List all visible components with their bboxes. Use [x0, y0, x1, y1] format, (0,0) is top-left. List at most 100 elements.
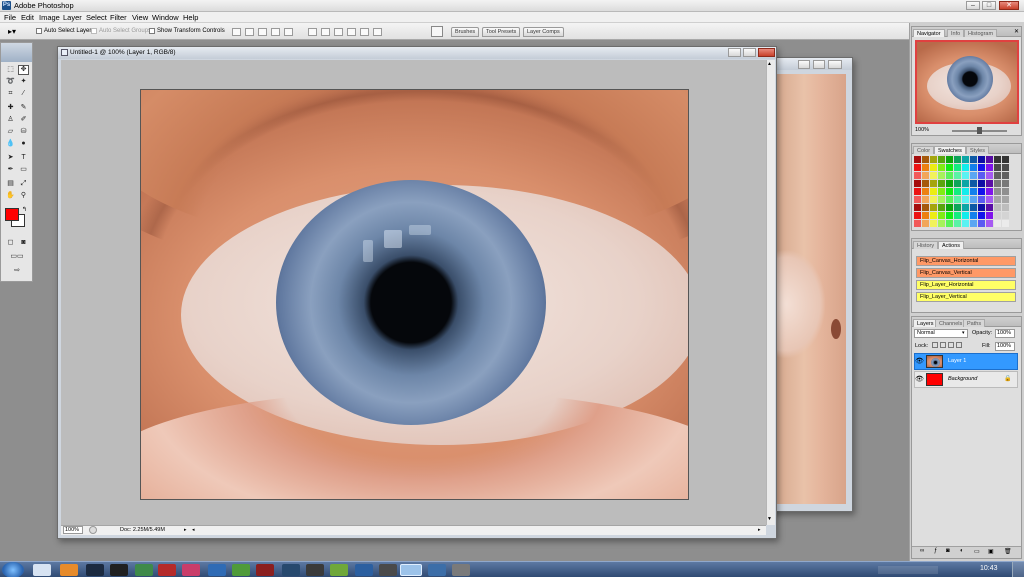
tab-styles[interactable]: Styles — [966, 146, 989, 154]
screen-mode-icon[interactable]: ▭▭ — [5, 252, 29, 262]
color-swatch[interactable] — [954, 156, 961, 163]
minimize-button[interactable]: – — [966, 1, 980, 10]
color-swatch[interactable] — [954, 180, 961, 187]
slice-tool-icon[interactable]: ⁄ — [18, 89, 29, 99]
color-swatch[interactable] — [914, 164, 921, 171]
navigator-thumbnail[interactable] — [915, 40, 1019, 124]
color-swatch[interactable] — [914, 220, 921, 227]
color-swatch[interactable] — [986, 204, 993, 211]
distribute-hcenter-icon[interactable] — [360, 28, 369, 36]
color-swatch[interactable] — [1002, 204, 1009, 211]
start-button[interactable] — [2, 562, 24, 577]
action-item[interactable]: Flip_Layer_Horizontal — [916, 280, 1016, 290]
bg-doc-minimize-button[interactable] — [798, 60, 810, 69]
color-swatch[interactable] — [962, 172, 969, 179]
lock-position-icon[interactable] — [948, 342, 954, 348]
fill-field[interactable]: 100% — [995, 342, 1015, 351]
color-swatch[interactable] — [946, 196, 953, 203]
tab-layers[interactable]: Layers — [913, 319, 938, 327]
tab-history[interactable]: History — [913, 241, 939, 249]
scroll-up-arrow-icon[interactable]: ▲ — [767, 61, 772, 67]
color-swatch[interactable] — [994, 204, 1001, 211]
color-swatch[interactable] — [914, 172, 921, 179]
opacity-field[interactable]: 100% — [995, 329, 1015, 338]
color-swatch[interactable] — [994, 212, 1001, 219]
color-swatch[interactable] — [994, 172, 1001, 179]
color-swatch[interactable] — [954, 204, 961, 211]
align-vertical-center-icon[interactable] — [245, 28, 254, 36]
color-swatch[interactable] — [922, 172, 929, 179]
tab-info[interactable]: Info — [947, 29, 965, 37]
taskbar-app-icon[interactable] — [208, 564, 226, 576]
distribute-bottom-icon[interactable] — [334, 28, 343, 36]
color-swatch[interactable] — [930, 220, 937, 227]
color-swatch[interactable] — [962, 220, 969, 227]
color-swatch[interactable] — [930, 212, 937, 219]
document-window[interactable]: Untitled-1 @ 100% (Layer 1, RGB/8) ▲ ▼ 1… — [57, 46, 777, 539]
color-swatch[interactable] — [986, 188, 993, 195]
taskbar-app-icon[interactable] — [135, 564, 153, 576]
hscroll-right-arrow-icon[interactable]: ▸ — [758, 526, 761, 534]
color-swatch[interactable] — [914, 212, 921, 219]
color-swatch[interactable] — [1002, 188, 1009, 195]
taskbar-app-icon[interactable] — [428, 564, 446, 576]
eye-visibility-icon[interactable]: 👁 — [915, 357, 924, 365]
color-swatch[interactable] — [922, 164, 929, 171]
color-swatch[interactable] — [994, 196, 1001, 203]
color-swatch[interactable] — [962, 212, 969, 219]
color-swatch[interactable] — [946, 172, 953, 179]
color-swatch[interactable] — [962, 156, 969, 163]
color-swatch[interactable] — [978, 204, 985, 211]
color-swatch[interactable] — [1002, 212, 1009, 219]
align-left-icon[interactable] — [271, 28, 280, 36]
color-swatch[interactable] — [938, 220, 945, 227]
align-bottom-icon[interactable] — [258, 28, 267, 36]
menu-filter[interactable]: Filter — [110, 13, 127, 22]
color-swatch[interactable] — [962, 180, 969, 187]
paint-bucket-tool-icon[interactable]: ⛁ — [18, 127, 29, 137]
palette-well-brushes[interactable]: Brushes — [451, 27, 480, 37]
history-brush-tool-icon[interactable]: ✐ — [18, 115, 29, 125]
scroll-down-arrow-icon[interactable]: ▼ — [767, 516, 772, 522]
tab-swatches[interactable]: Swatches — [934, 146, 966, 154]
close-button[interactable]: ✕ — [999, 1, 1019, 10]
taskbar-app-icon[interactable] — [306, 564, 324, 576]
color-swatch[interactable] — [1002, 164, 1009, 171]
color-swatch[interactable] — [938, 196, 945, 203]
taskbar-app-icon[interactable] — [60, 564, 78, 576]
color-swatch[interactable] — [978, 220, 985, 227]
color-swatch[interactable] — [946, 188, 953, 195]
zoom-level-field[interactable]: 100% — [63, 526, 83, 534]
color-swatch[interactable] — [914, 204, 921, 211]
clone-stamp-tool-icon[interactable]: ♙ — [5, 115, 16, 125]
zoom-tool-icon[interactable]: ⚲ — [18, 191, 29, 201]
menu-image[interactable]: Image — [39, 13, 60, 22]
tab-navigator[interactable]: Navigator — [913, 29, 945, 37]
action-item[interactable]: Flip_Canvas_Vertical — [916, 268, 1016, 278]
action-item[interactable]: Flip_Canvas_Horizontal — [916, 256, 1016, 266]
eraser-tool-icon[interactable]: ▱ — [5, 127, 16, 137]
tab-actions[interactable]: Actions — [938, 241, 965, 249]
color-swatch[interactable] — [970, 164, 977, 171]
status-arrow-icon[interactable]: ▸ — [184, 526, 187, 534]
color-swatch[interactable] — [970, 156, 977, 163]
taskbar-app-icon[interactable] — [330, 564, 348, 576]
move-tool-preset-icon[interactable]: ▸▾ — [8, 26, 30, 37]
bg-doc-close-button[interactable] — [828, 60, 842, 69]
color-swatch[interactable] — [938, 212, 945, 219]
color-swatch[interactable] — [978, 212, 985, 219]
color-swatch[interactable] — [954, 172, 961, 179]
eye-visibility-icon[interactable]: 👁 — [915, 375, 924, 383]
color-swatch[interactable] — [970, 212, 977, 219]
eyedropper-tool-icon[interactable]: ⤢ — [18, 179, 29, 189]
color-swatch[interactable] — [994, 164, 1001, 171]
taskbar-app-icon[interactable] — [355, 564, 373, 576]
color-swatch[interactable] — [978, 196, 985, 203]
color-swatch[interactable] — [946, 220, 953, 227]
crop-tool-icon[interactable]: ⌗ — [5, 89, 16, 99]
taskbar-photoshop-active[interactable] — [400, 564, 422, 576]
color-swatch[interactable] — [914, 188, 921, 195]
lasso-tool-icon[interactable]: ➰ — [5, 77, 16, 87]
lock-all-icon[interactable] — [956, 342, 962, 348]
color-swatch[interactable] — [962, 196, 969, 203]
